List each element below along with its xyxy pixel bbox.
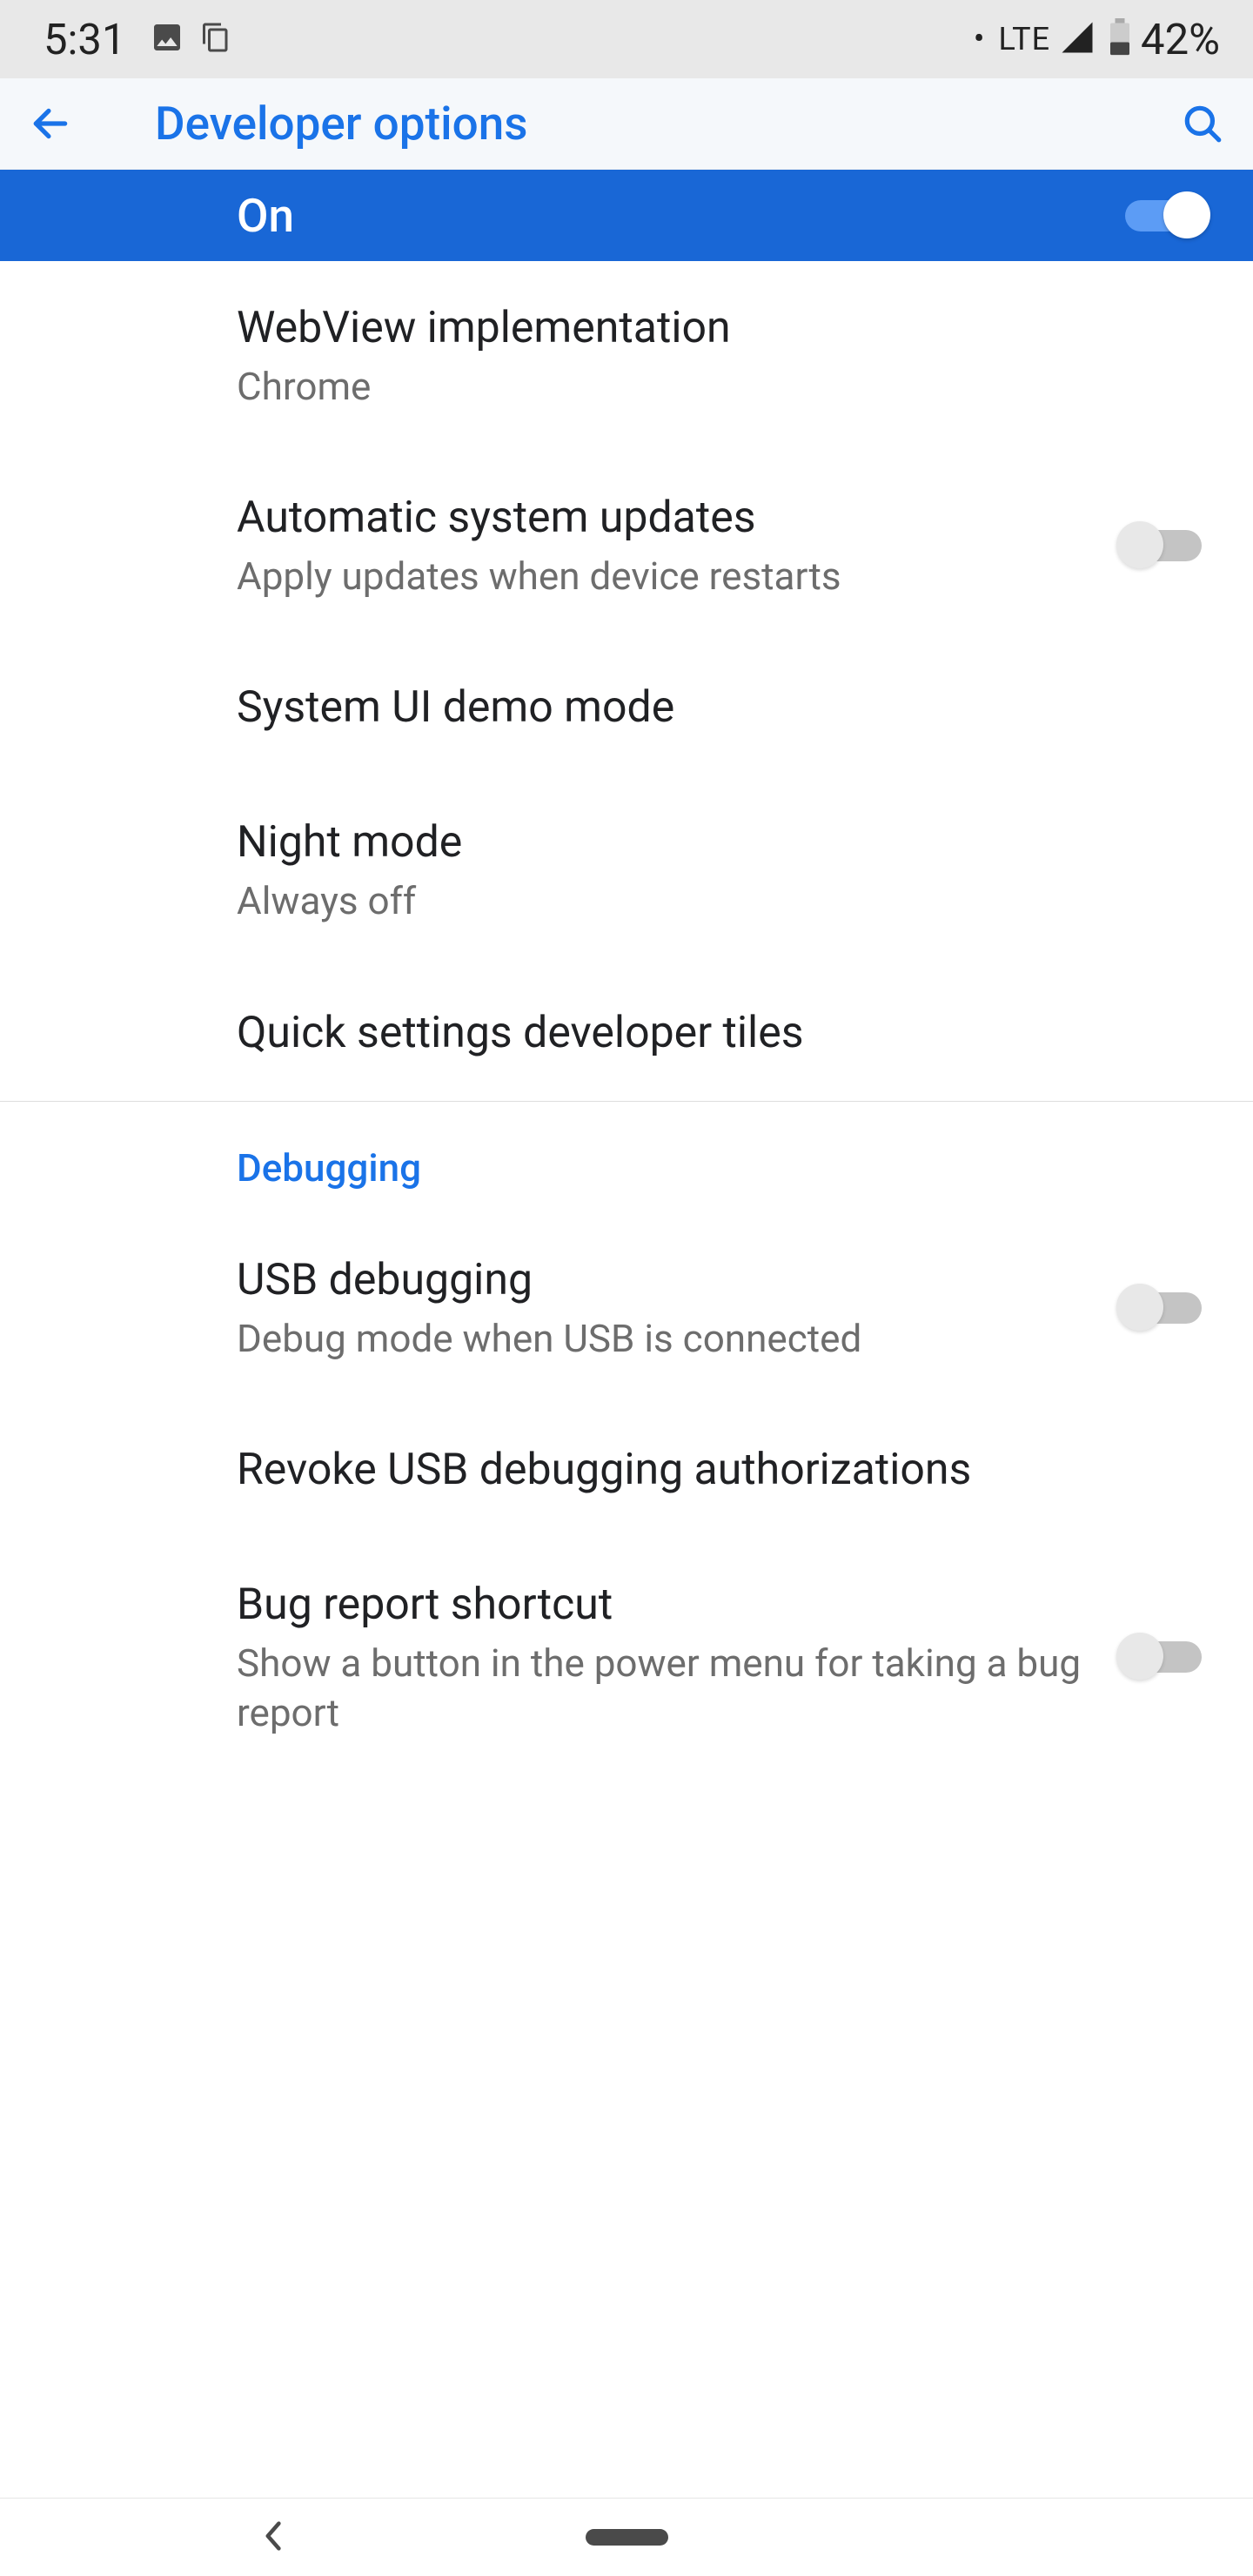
status-right: • LTE 42% <box>974 15 1220 64</box>
network-type: LTE <box>999 21 1051 57</box>
setting-title: System UI demo mode <box>237 680 1175 736</box>
signal-icon <box>1059 19 1096 59</box>
system-nav-bar <box>0 2498 1253 2576</box>
setting-webview-implementation[interactable]: WebView implementation Chrome <box>0 261 1253 451</box>
setting-usb-debugging[interactable]: USB debugging Debug mode when USB is con… <box>0 1213 1253 1403</box>
status-bar: 5:31 • LTE 42% <box>0 0 1253 78</box>
setting-title: Automatic system updates <box>237 490 1083 547</box>
master-toggle-row[interactable]: On <box>0 170 1253 261</box>
back-button[interactable] <box>23 96 78 151</box>
setting-bug-report-shortcut[interactable]: Bug report shortcut Show a button in the… <box>0 1538 1253 1777</box>
setting-title: Quick settings developer tiles <box>237 1005 1175 1062</box>
master-toggle-label: On <box>237 189 294 243</box>
chevron-left-icon <box>261 2520 287 2552</box>
setting-title: WebView implementation <box>237 300 1175 357</box>
copy-icon <box>200 22 231 57</box>
bug-report-switch[interactable] <box>1118 1633 1209 1680</box>
nav-home-pill[interactable] <box>586 2529 668 2546</box>
setting-title: Night mode <box>237 815 1175 871</box>
battery-icon <box>1108 18 1132 60</box>
app-bar: Developer options <box>0 78 1253 170</box>
status-left: 5:31 <box>44 15 231 64</box>
setting-title: Bug report shortcut <box>237 1577 1083 1633</box>
image-icon <box>150 20 184 58</box>
search-icon <box>1181 102 1224 145</box>
dot-indicator: • <box>974 20 985 58</box>
arrow-back-icon <box>29 102 72 145</box>
setting-quick-settings-tiles[interactable]: Quick settings developer tiles <box>0 966 1253 1101</box>
setting-automatic-system-updates[interactable]: Automatic system updates Apply updates w… <box>0 451 1253 641</box>
setting-subtitle: Always off <box>237 876 1175 926</box>
auto-updates-switch[interactable] <box>1118 522 1209 569</box>
setting-title: Revoke USB debugging authorizations <box>237 1442 1175 1499</box>
search-button[interactable] <box>1175 96 1230 151</box>
setting-subtitle: Debug mode when USB is connected <box>237 1314 1083 1364</box>
settings-list: WebView implementation Chrome Automatic … <box>0 261 1253 1777</box>
setting-subtitle: Apply updates when device restarts <box>237 552 1083 601</box>
setting-night-mode[interactable]: Night mode Always off <box>0 775 1253 965</box>
status-time: 5:31 <box>44 15 125 64</box>
usb-debugging-switch[interactable] <box>1118 1285 1209 1332</box>
setting-system-ui-demo-mode[interactable]: System UI demo mode <box>0 641 1253 775</box>
nav-back-button[interactable] <box>261 2520 287 2555</box>
setting-revoke-usb-auth[interactable]: Revoke USB debugging authorizations <box>0 1403 1253 1538</box>
battery-percent: 42% <box>1141 15 1220 64</box>
page-title: Developer options <box>155 97 1175 151</box>
setting-subtitle: Chrome <box>237 362 1175 412</box>
status-notification-icons <box>150 20 231 58</box>
section-header-debugging: Debugging <box>0 1102 1253 1213</box>
setting-title: USB debugging <box>237 1252 1083 1309</box>
master-switch[interactable] <box>1118 192 1209 239</box>
setting-subtitle: Show a button in the power menu for taki… <box>237 1639 1083 1738</box>
